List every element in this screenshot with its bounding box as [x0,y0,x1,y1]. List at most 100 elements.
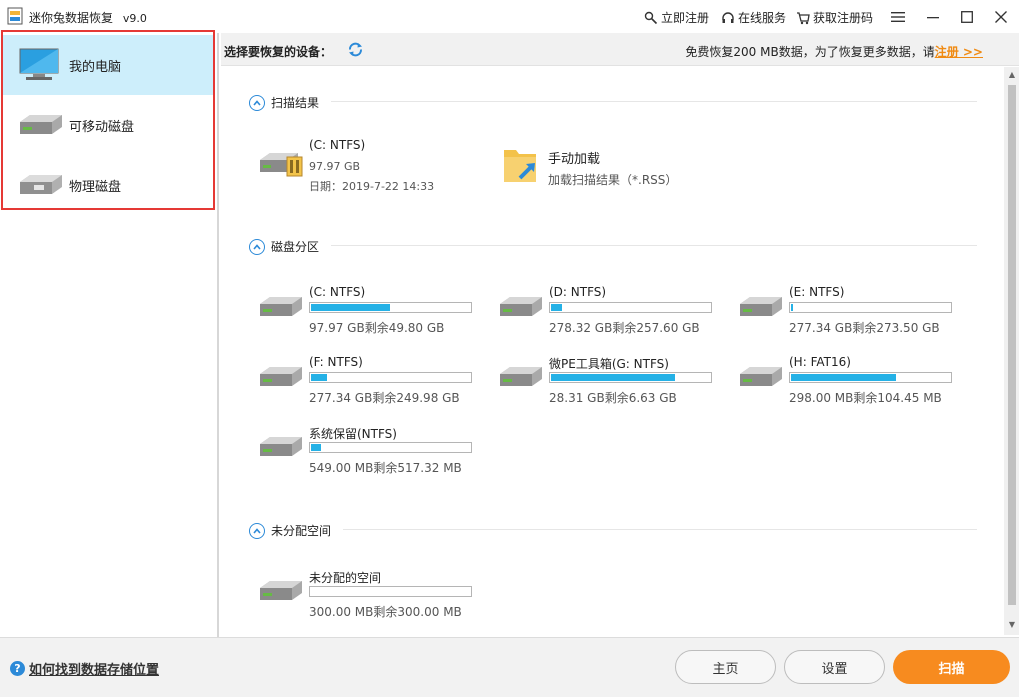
usage-bar-fill [311,374,327,381]
scroll-up-icon[interactable]: ▲ [1008,70,1016,79]
usage-bar-fill [311,304,390,311]
drive-size: 549.00 MB剩余517.32 MB [309,461,462,475]
select-device-label: 选择要恢复的设备： [224,45,333,59]
scroll-down-icon[interactable]: ▼ [1008,620,1016,629]
usage-bar [309,442,472,453]
section-divider [331,101,977,102]
drive-name: (H: FAT16) [789,355,851,369]
section-divider [343,529,977,530]
drive-size: 28.31 GB剩余6.63 GB [549,391,677,405]
get-code-link[interactable]: 获取注册码 [796,9,873,26]
usage-bar [789,302,952,313]
partition-item[interactable]: 微PE工具箱(G: NTFS) 28.31 GB剩余6.63 GB [498,355,718,415]
section-title: 未分配空间 [271,524,332,538]
partition-item[interactable]: (H: FAT16) 298.00 MB剩余104.45 MB [738,355,958,415]
help-link[interactable]: ? 如何找到数据存储位置 [10,659,159,678]
section-title: 扫描结果 [271,96,320,110]
recent-scan-result[interactable]: (C: NTFS) 97.97 GB 日期：2019-7-22 14:33 [258,138,478,198]
drive-name: (C: NTFS) [309,285,366,299]
chevron-up-icon[interactable] [249,522,265,539]
section-partitions-header[interactable]: 磁盘分区 [249,238,319,255]
sidebar-item-removable-disk[interactable]: 可移动磁盘 [3,95,214,155]
disk-icon [740,297,782,316]
app-window: 迷你兔数据恢复 v9.0 立即注册 在线服务 获取注册码 我的电脑 可移动磁盘 … [0,0,1019,697]
chevron-up-icon[interactable] [249,94,265,111]
usage-bar-fill [551,304,562,311]
disk-icon [260,437,302,456]
drive-size: 277.34 GB剩余249.98 GB [309,391,460,405]
manual-load-item[interactable]: 手动加载 加载扫描结果（*.RSS） [502,144,742,204]
title-bar: 迷你兔数据恢复 v9.0 立即注册 在线服务 获取注册码 [0,0,1019,33]
home-button[interactable]: 主页 [675,650,776,684]
help-label: 如何找到数据存储位置 [29,663,160,678]
headset-icon [722,11,734,23]
device-select-bar: 选择要恢复的设备： 免费恢复200 MB数据，为了恢复更多数据，请注册 >> [221,33,1019,66]
drive-size: 97.97 GB [309,160,361,173]
disk-icon [260,297,302,316]
drive-size: 298.00 MB剩余104.45 MB [789,391,942,405]
partition-item[interactable]: (D: NTFS) 278.32 GB剩余257.60 GB [498,285,718,345]
drive-name: 未分配的空间 [309,571,382,585]
drive-size: 277.34 GB剩余273.50 GB [789,321,940,335]
online-service-label: 在线服务 [738,11,787,25]
drive-name: (E: NTFS) [789,285,845,299]
chevron-up-icon[interactable] [249,238,265,255]
section-scan-results-header[interactable]: 扫描结果 [249,94,319,111]
drive-name: 微PE工具箱(G: NTFS) [549,357,669,371]
settings-button[interactable]: 设置 [784,650,885,684]
usage-bar [549,372,712,383]
partition-item[interactable]: (F: NTFS) 277.34 GB剩余249.98 GB [258,355,478,415]
partition-item[interactable]: 系统保留(NTFS) 549.00 MB剩余517.32 MB [258,425,478,485]
manual-load-title: 手动加载 [548,152,601,167]
minimize-button[interactable] [922,6,944,28]
drive-size: 97.97 GB剩余49.80 GB [309,321,445,335]
sidebar-item-label: 我的电脑 [69,59,122,75]
usage-bar-fill [791,304,793,311]
partition-item[interactable]: (C: NTFS) 97.97 GB剩余49.80 GB [258,285,478,345]
refresh-icon[interactable] [347,41,364,58]
close-icon [995,11,1007,23]
key-icon [644,11,658,24]
scrollbar-thumb[interactable] [1008,85,1016,605]
minimize-icon [927,17,939,19]
sidebar: 我的电脑 可移动磁盘 物理磁盘 [0,33,219,637]
sidebar-item-label: 可移动磁盘 [69,119,135,135]
section-title: 磁盘分区 [271,240,320,254]
disk-icon [500,297,542,316]
usage-bar [549,302,712,313]
vertical-scrollbar[interactable]: ▲ ▼ [1004,67,1019,635]
usage-bar [309,302,472,313]
section-unallocated-header[interactable]: 未分配空间 [249,522,331,539]
close-button[interactable] [990,6,1012,28]
drive-name: 系统保留(NTFS) [309,427,397,441]
maximize-button[interactable] [956,6,978,28]
online-service-link[interactable]: 在线服务 [721,9,786,26]
drive-size: 300.00 MB剩余300.00 MB [309,605,462,619]
disk-icon [260,367,302,386]
app-title: 迷你兔数据恢复 v9.0 [29,9,147,26]
menu-button[interactable] [887,6,909,28]
disk-history-icon [260,153,303,177]
register-link[interactable]: 注册 >> [935,45,983,59]
usage-bar-fill [551,374,675,381]
sidebar-item-physical-disk[interactable]: 物理磁盘 [3,155,214,215]
folder-load-icon [504,150,536,182]
disk-icon [260,581,302,600]
scan-button[interactable]: 扫描 [893,650,1010,684]
hamburger-icon [891,12,905,22]
usage-bar [309,586,472,597]
free-recovery-notice: 免费恢复200 MB数据，为了恢复更多数据，请注册 >> [685,43,983,60]
register-now-link[interactable]: 立即注册 [644,9,709,26]
cart-icon [797,11,810,24]
register-now-label: 立即注册 [661,11,710,25]
unallocated-space-item[interactable]: 未分配的空间 300.00 MB剩余300.00 MB [258,569,478,629]
disk-icon [740,367,782,386]
manual-load-desc: 加载扫描结果（*.RSS） [548,173,678,187]
usage-bar-fill [311,444,321,451]
removable-disk-icon [20,115,62,134]
sidebar-item-my-computer[interactable]: 我的电脑 [3,35,214,95]
drive-name: (D: NTFS) [549,285,607,299]
partition-item[interactable]: (E: NTFS) 277.34 GB剩余273.50 GB [738,285,958,345]
physical-disk-icon [20,175,62,194]
app-name: 迷你兔数据恢复 [29,11,114,25]
